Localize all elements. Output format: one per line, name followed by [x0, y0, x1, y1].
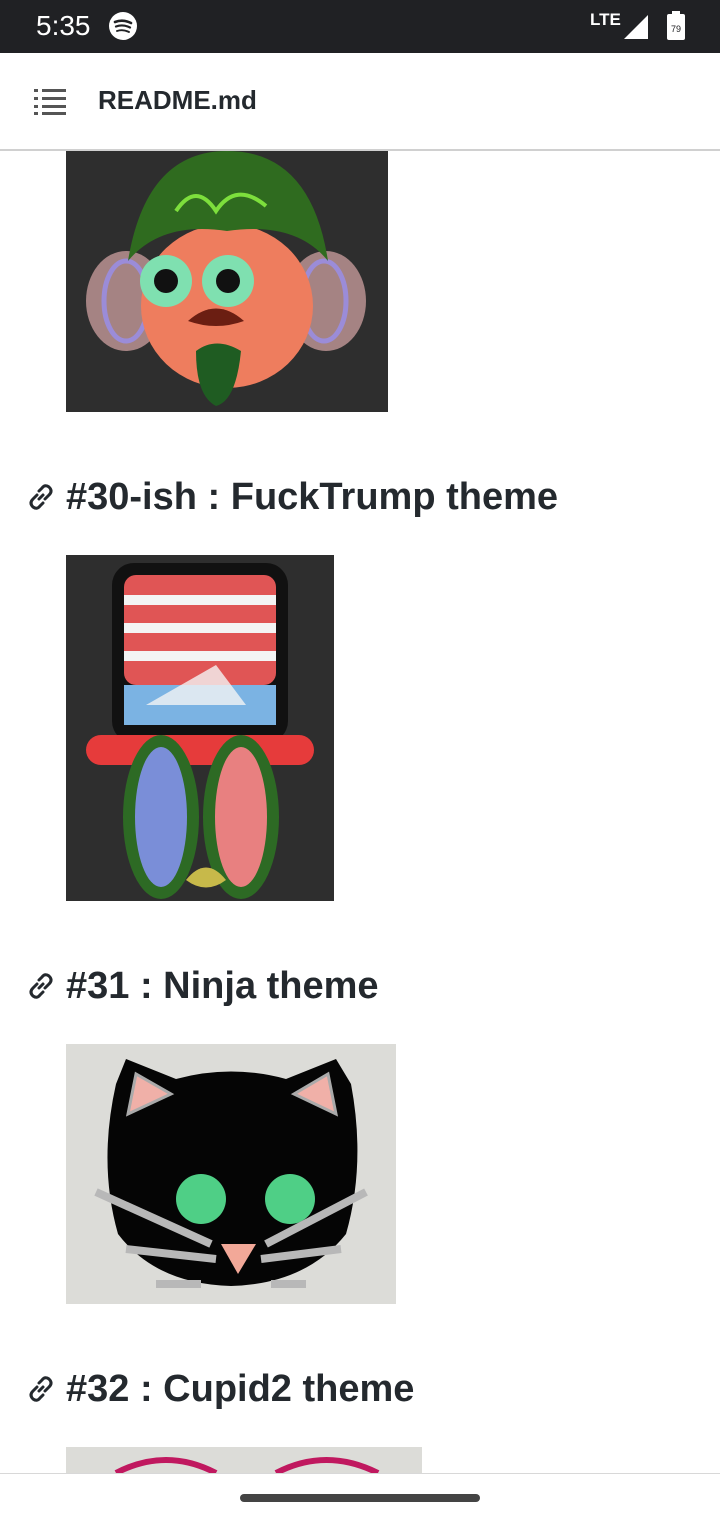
network-type: LTE — [590, 10, 621, 29]
battery-icon: 79 — [667, 11, 685, 40]
theme-image-green-face — [66, 151, 388, 412]
app-header: README.md — [0, 53, 720, 151]
list-menu-icon[interactable] — [34, 87, 66, 115]
section-heading: #30-ish : FuckTrump theme — [26, 472, 558, 522]
theme-image-ninja-cat — [66, 1044, 396, 1304]
home-gesture-handle[interactable] — [240, 1494, 480, 1502]
signal-icon — [624, 15, 648, 39]
link-icon[interactable] — [26, 1374, 56, 1404]
theme-image-cupid — [66, 1447, 422, 1473]
file-title: README.md — [98, 85, 257, 115]
status-time: 5:35 — [36, 10, 91, 41]
link-icon[interactable] — [26, 971, 56, 1001]
heading-text: #30-ish : FuckTrump theme — [66, 475, 559, 518]
section-heading: #32 : Cupid2 theme — [26, 1364, 414, 1414]
readme-content: #30-ish : FuckTrump theme #31: Ninja th… — [0, 151, 720, 1473]
theme-image-patriotic-hat — [66, 555, 334, 901]
status-bar: 5:35 LTE 79 — [0, 0, 720, 53]
navigation-bar — [0, 1473, 720, 1521]
section-heading: #31 : Ninja theme — [26, 961, 379, 1011]
spotify-icon — [109, 12, 137, 40]
heading-text: #32 : Cupid2 theme — [66, 1367, 415, 1410]
link-icon[interactable] — [26, 482, 56, 512]
heading-text: #31 : Ninja theme — [66, 964, 379, 1007]
battery-level: 79 — [671, 24, 681, 34]
